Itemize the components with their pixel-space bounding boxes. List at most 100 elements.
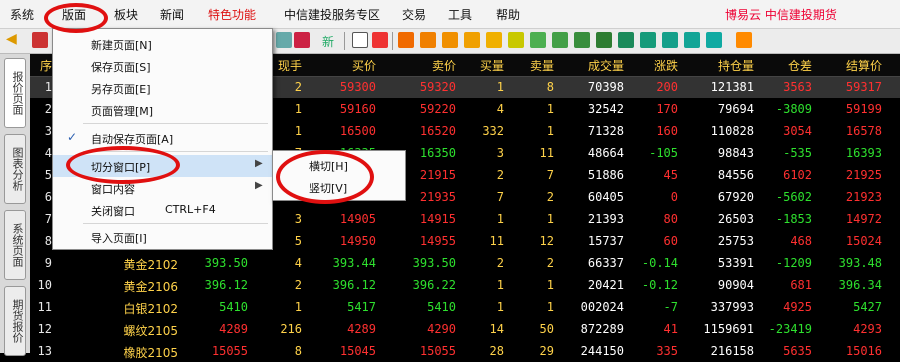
- cell-no: 7: [44, 212, 52, 226]
- period-4h-button[interactable]: [684, 32, 700, 48]
- column-header-no[interactable]: 序: [30, 57, 52, 74]
- funnel-icon[interactable]: [294, 32, 310, 48]
- column-header-oi[interactable]: 持仓量: [682, 57, 754, 74]
- menu-item-save-as[interactable]: 另存页面[E]: [53, 77, 272, 99]
- calendar-icon[interactable]: [736, 32, 752, 48]
- table-row[interactable]: 10 黄金2106 396.12 2 396.12 396.22 1 1 20421 -0.12 9…: [30, 275, 900, 296]
- cell-ask-q: 11: [539, 146, 554, 160]
- new-window-button[interactable]: 新: [322, 33, 334, 50]
- cell-oi-chg: -535: [783, 146, 812, 160]
- period-month-button[interactable]: [464, 32, 480, 48]
- column-header-chg[interactable]: 涨跌: [628, 57, 678, 74]
- period-dk-button[interactable]: [398, 32, 414, 48]
- submenu-item-vertical-split[interactable]: 竖切[V]: [273, 176, 405, 198]
- menu-system[interactable]: 系统: [10, 6, 34, 23]
- chevron-right-icon: ▶: [255, 180, 263, 191]
- menu-news[interactable]: 新闻: [160, 6, 184, 23]
- cell-ask-q: 7: [546, 168, 554, 182]
- submenu-item-horizontal-split[interactable]: 横切[H]: [273, 154, 405, 176]
- column-header-bid-q[interactable]: 买量: [460, 57, 504, 74]
- period-15min-button[interactable]: [596, 32, 612, 48]
- menu-item-new-page[interactable]: 新建页面[N]: [53, 33, 272, 55]
- side-tab-system[interactable]: 系统页面: [4, 210, 26, 280]
- column-header-ask-q[interactable]: 卖量: [508, 57, 554, 74]
- cell-oi-chg: 468: [790, 234, 812, 248]
- period-30min-button[interactable]: [618, 32, 634, 48]
- cell-bid-q: 11: [489, 234, 504, 248]
- cell-no: 10: [37, 278, 52, 292]
- period-5min-button[interactable]: [574, 32, 590, 48]
- cell-settle: 16578: [845, 124, 882, 138]
- menu-help[interactable]: 帮助: [496, 6, 520, 23]
- cell-settle: 15024: [845, 234, 882, 248]
- cell-chg: 0: [670, 190, 678, 204]
- cell-oi-chg: 681: [790, 278, 812, 292]
- cell-bid-q: 4: [496, 102, 504, 116]
- menu-bar: 系统 版面 板块 新闻 特色功能 中信建投服务专区 交易 工具 帮助 博易云 中…: [0, 0, 900, 29]
- period-day-button[interactable]: [420, 32, 436, 48]
- cell-name: 白银2102: [123, 302, 178, 316]
- period-quarter-button[interactable]: [486, 32, 502, 48]
- quote-table-icon[interactable]: [352, 32, 368, 48]
- side-tab-quotes[interactable]: 报价页面: [4, 58, 26, 128]
- period-3min-button[interactable]: [552, 32, 568, 48]
- menu-trade[interactable]: 交易: [402, 6, 426, 23]
- period-1min-button[interactable]: [530, 32, 546, 48]
- filter-small-icon[interactable]: [276, 32, 292, 48]
- cell-oi: 67920: [717, 190, 754, 204]
- cell-settle: 5427: [853, 300, 882, 314]
- table-row[interactable]: 13 橡胶2105 15055 8 15045 15055 28 29 244150 335 216…: [30, 341, 900, 362]
- layout-dropdown-menu: 新建页面[N] 保存页面[S] 另存页面[E] 页面管理[M] ✓ 自动保存页面…: [52, 28, 273, 250]
- menu-separator: [83, 223, 268, 224]
- column-header-ask[interactable]: 卖价: [380, 57, 456, 74]
- period-year-button[interactable]: [508, 32, 524, 48]
- cell-oi: 90904: [717, 278, 754, 292]
- back-arrow-icon[interactable]: ◀: [6, 31, 17, 47]
- cell-volume: 872289: [580, 322, 624, 336]
- table-row[interactable]: 9 黄金2102 393.50 4 393.44 393.50 2 2 66337 -0.14 53…: [30, 253, 900, 274]
- cell-bid: 396.12: [332, 278, 376, 292]
- side-tab-futures[interactable]: 期货报价: [4, 286, 26, 356]
- cell-settle: 14972: [845, 212, 882, 226]
- table-row[interactable]: 12 螺纹2105 4289 216 4289 4290 14 50 872289 41 11596…: [30, 319, 900, 340]
- menu-item-page-manager[interactable]: 页面管理[M]: [53, 99, 272, 121]
- cell-settle: 15016: [845, 344, 882, 358]
- period-2h-button[interactable]: [662, 32, 678, 48]
- menu-item-label: 横切[H]: [309, 160, 348, 173]
- period-week-button[interactable]: [442, 32, 458, 48]
- menu-item-save-page[interactable]: 保存页面[S]: [53, 55, 272, 77]
- period-tick-button[interactable]: [706, 32, 722, 48]
- cell-ask: 15055: [419, 344, 456, 358]
- column-header-settle[interactable]: 结算价: [816, 57, 882, 74]
- cell-bid-q: 1: [496, 80, 504, 94]
- cell-chg: -105: [649, 146, 678, 160]
- home-icon[interactable]: [32, 32, 48, 48]
- cell-last: 4289: [219, 322, 248, 336]
- table-row[interactable]: 11 白银2102 5410 1 5417 5410 1 1 002024 -7 337993 492…: [30, 297, 900, 318]
- menu-item-split-window[interactable]: 切分窗口[P] ▶: [53, 155, 272, 177]
- cell-oi: 121381: [710, 80, 754, 94]
- column-header-volume[interactable]: 成交量: [558, 57, 624, 74]
- side-tab-charts[interactable]: 图表分析: [4, 134, 26, 204]
- cell-bid: 15045: [339, 344, 376, 358]
- menu-sector[interactable]: 板块: [114, 6, 138, 23]
- menu-layout[interactable]: 版面: [62, 6, 86, 23]
- cell-ask-q: 1: [546, 278, 554, 292]
- period-60min-button[interactable]: [640, 32, 656, 48]
- chart-icon[interactable]: [372, 32, 388, 48]
- cell-bid-q: 7: [496, 190, 504, 204]
- column-header-bid[interactable]: 买价: [306, 57, 376, 74]
- menu-item-auto-save[interactable]: ✓ 自动保存页面[A]: [53, 127, 272, 149]
- menu-item-label: 竖切[V]: [309, 182, 348, 195]
- cell-settle: 59317: [845, 80, 882, 94]
- menu-item-close-window[interactable]: 关闭窗口 CTRL+F4: [53, 199, 272, 221]
- column-header-oi-chg[interactable]: 仓差: [756, 57, 812, 74]
- menu-citic-services[interactable]: 中信建投服务专区: [284, 6, 380, 23]
- menu-features[interactable]: 特色功能: [208, 6, 256, 23]
- cell-oi-chg: -3809: [775, 102, 812, 116]
- menu-item-import-page[interactable]: 导入页面[I]: [53, 226, 272, 248]
- menu-tools[interactable]: 工具: [448, 6, 472, 23]
- menu-item-window-content[interactable]: 窗口内容 ▶: [53, 177, 272, 199]
- cell-bid: 393.44: [332, 256, 376, 270]
- toolbar-separator: [344, 32, 345, 50]
